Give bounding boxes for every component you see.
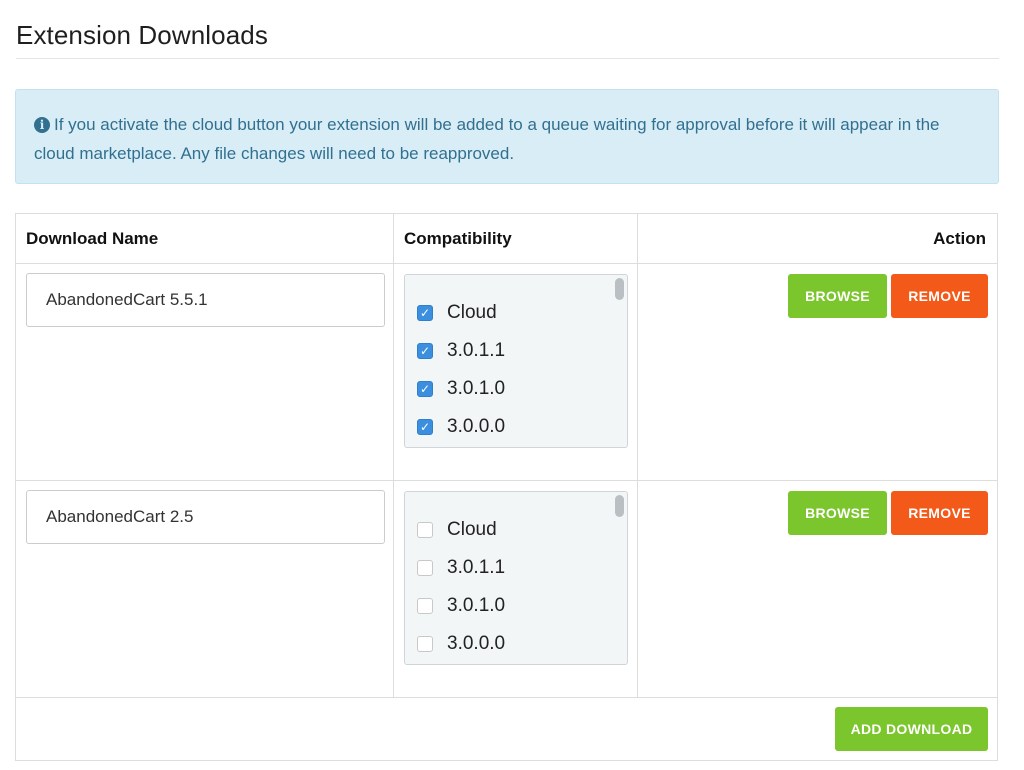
header-action: Action — [933, 229, 986, 248]
compat-option-cloud[interactable]: ✓ Cloud — [417, 300, 497, 326]
compat-option-3011[interactable]: ✓ 3.0.1.1 — [417, 338, 505, 364]
compat-option-label: 3.0.1.1 — [447, 340, 506, 361]
title-divider — [16, 58, 999, 59]
row-divider — [16, 697, 997, 698]
column-divider — [637, 214, 638, 697]
compat-option-3010[interactable]: ✓ 3.0.1.0 — [417, 593, 505, 619]
compat-option-label: Cloud — [447, 302, 497, 323]
compat-option-3011[interactable]: ✓ 3.0.1.1 — [417, 555, 505, 581]
checkbox-unchecked-icon[interactable]: ✓ — [417, 636, 433, 652]
header-compatibility: Compatibility — [404, 229, 512, 248]
list-scrollbar[interactable] — [615, 278, 624, 300]
browse-button[interactable]: BROWSE — [788, 491, 887, 535]
checkbox-checked-icon[interactable]: ✓ — [417, 305, 433, 321]
add-download-button[interactable]: ADD DOWNLOAD — [835, 707, 988, 751]
list-scrollbar[interactable] — [615, 495, 624, 517]
checkbox-checked-icon[interactable]: ✓ — [417, 343, 433, 359]
compat-option-3000[interactable]: ✓ 3.0.0.0 — [417, 414, 505, 440]
compat-option-3010[interactable]: ✓ 3.0.1.0 — [417, 376, 505, 402]
extension-downloads-panel: Extension Downloads i If you activate the… — [0, 0, 1024, 770]
compat-option-label: 3.0.1.0 — [447, 595, 506, 616]
checkbox-unchecked-icon[interactable]: ✓ — [417, 560, 433, 576]
downloads-table: Download Name Compatibility Action Aband… — [15, 213, 998, 761]
remove-button[interactable]: REMOVE — [891, 274, 988, 318]
compat-option-label: 3.0.1.0 — [447, 378, 506, 399]
header-divider — [16, 263, 997, 264]
column-divider — [393, 214, 394, 697]
alert-text: If you activate the cloud button your ex… — [34, 115, 940, 163]
checkbox-unchecked-icon[interactable]: ✓ — [417, 598, 433, 614]
compatibility-list[interactable]: ✓ Cloud ✓ 3.0.1.1 ✓ 3.0.1.0 ✓ 3.0.0.0 — [404, 274, 628, 448]
compat-option-label: 3.0.0.0 — [447, 633, 506, 654]
checkbox-unchecked-icon[interactable]: ✓ — [417, 522, 433, 538]
compat-option-label: Cloud — [447, 519, 497, 540]
download-name-input[interactable]: AbandonedCart 2.5 — [26, 490, 385, 544]
header-download-name: Download Name — [26, 229, 159, 248]
remove-button[interactable]: REMOVE — [891, 491, 988, 535]
compat-option-cloud[interactable]: ✓ Cloud — [417, 517, 497, 543]
download-name-input[interactable]: AbandonedCart 5.5.1 — [26, 273, 385, 327]
compat-option-label: 3.0.1.1 — [447, 557, 506, 578]
info-alert: i If you activate the cloud button your e… — [15, 89, 999, 184]
checkbox-checked-icon[interactable]: ✓ — [417, 381, 433, 397]
info-circle-icon: i — [34, 117, 50, 133]
compatibility-list[interactable]: ✓ Cloud ✓ 3.0.1.1 ✓ 3.0.1.0 ✓ 3.0.0.0 — [404, 491, 628, 665]
compat-option-3000[interactable]: ✓ 3.0.0.0 — [417, 631, 505, 657]
page-title: Extension Downloads — [16, 20, 268, 50]
compat-option-label: 3.0.0.0 — [447, 416, 506, 437]
browse-button[interactable]: BROWSE — [788, 274, 887, 318]
checkbox-checked-icon[interactable]: ✓ — [417, 419, 433, 435]
row-divider — [16, 480, 997, 481]
